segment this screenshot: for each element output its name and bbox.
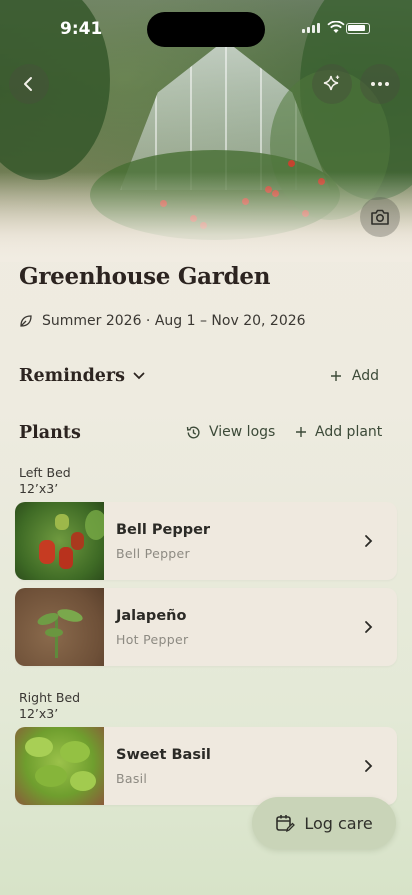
- plus-icon: [296, 427, 306, 437]
- plant-photo: [15, 588, 104, 666]
- status-bar: 9:41: [0, 0, 412, 54]
- view-logs-label: View logs: [209, 424, 276, 440]
- calendar-edit-icon: [276, 815, 296, 833]
- wifi-icon: [327, 21, 345, 33]
- add-reminder-button[interactable]: Add: [330, 368, 379, 384]
- plant-name: Sweet Basil: [116, 746, 211, 763]
- chevron-right-icon: [364, 535, 372, 547]
- bed-name: Right Bed: [19, 690, 81, 705]
- plant-name: Jalapeño: [116, 607, 187, 624]
- plant-card-jalapeno[interactable]: Jalapeño Hot Pepper: [15, 588, 397, 666]
- bed-header-right: Right Bed 12’x3’: [19, 690, 80, 722]
- plant-type: Basil: [116, 770, 148, 786]
- log-care-button[interactable]: Log care: [252, 797, 396, 849]
- bed-name: Left Bed: [19, 465, 71, 480]
- plant-photo: [15, 727, 104, 805]
- chevron-right-icon: [364, 760, 372, 772]
- chevron-right-icon: [364, 621, 372, 633]
- add-reminder-label: Add: [351, 368, 379, 384]
- add-plant-label: Add plant: [315, 424, 383, 440]
- plus-icon: [330, 371, 341, 381]
- bed-size: 12’x3’: [19, 706, 59, 721]
- plant-type: Hot Pepper: [116, 631, 189, 647]
- status-time: 9:41: [60, 19, 103, 39]
- signal-icon: [302, 23, 320, 33]
- more-horizontal-icon: [371, 82, 389, 86]
- more-options-button[interactable]: [360, 64, 400, 104]
- ai-assist-button[interactable]: [312, 64, 352, 104]
- plant-name: Bell Pepper: [116, 521, 211, 538]
- plants-heading: Plants: [19, 423, 81, 443]
- battery-icon: [346, 23, 370, 34]
- plant-card-bell-pepper[interactable]: Bell Pepper Bell Pepper: [15, 502, 397, 580]
- season-info: Summer 2026 · Aug 1 – Nov 20, 2026: [19, 313, 306, 329]
- bed-size: 12’x3’: [19, 481, 59, 496]
- leaf-icon: [20, 315, 32, 327]
- change-photo-button[interactable]: [360, 197, 400, 237]
- plant-card-sweet-basil[interactable]: Sweet Basil Basil: [15, 727, 397, 805]
- season-dates: Summer 2026 · Aug 1 – Nov 20, 2026: [42, 313, 306, 329]
- back-button[interactable]: [9, 64, 49, 104]
- dynamic-island: [147, 12, 265, 47]
- reminders-heading: Reminders: [19, 366, 126, 386]
- camera-icon: [371, 209, 389, 225]
- bed-header-left: Left Bed 12’x3’: [19, 465, 71, 497]
- sparkle-icon: [323, 75, 340, 91]
- history-icon: [186, 426, 200, 438]
- plant-photo: [15, 502, 104, 580]
- chevron-left-icon: [24, 77, 32, 91]
- plant-type: Bell Pepper: [116, 545, 190, 561]
- log-care-label: Log care: [304, 813, 373, 833]
- add-plant-button[interactable]: Add plant: [295, 424, 382, 440]
- page-title: Greenhouse Garden: [19, 263, 271, 290]
- reminders-toggle[interactable]: Reminders: [19, 366, 145, 386]
- chevron-down-icon: [133, 372, 145, 380]
- view-logs-button[interactable]: View logs: [186, 424, 275, 440]
